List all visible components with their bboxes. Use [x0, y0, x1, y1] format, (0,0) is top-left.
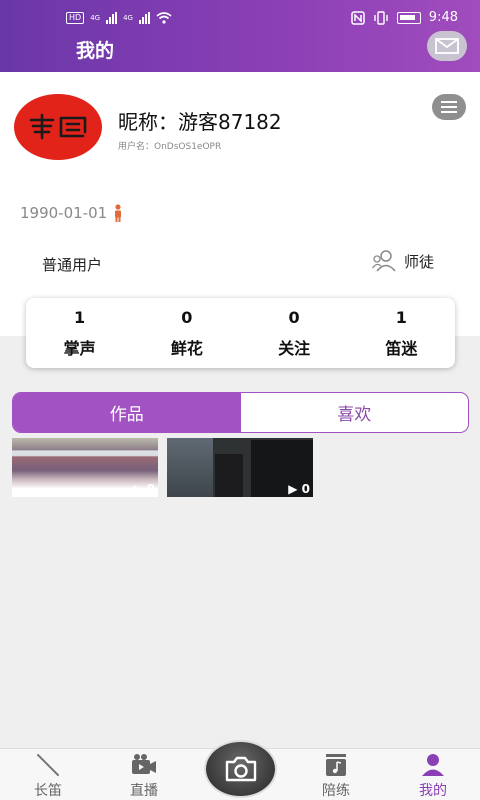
avatar[interactable]: [14, 94, 102, 160]
username: 用户名：OnDsOS1eOPR: [118, 142, 222, 152]
stat-value: 1: [395, 307, 407, 327]
nfc-icon: [351, 10, 365, 25]
nav-item-me[interactable]: 我的: [393, 753, 473, 800]
mentor-people-icon: [372, 250, 396, 272]
stat-fans[interactable]: 1 笛迷: [348, 298, 455, 368]
stat-following[interactable]: 0 关注: [241, 298, 348, 368]
play-count: ▶ 0: [288, 482, 310, 496]
menu-button[interactable]: [432, 94, 466, 120]
status-bar: HD 4G 4G 9:48: [0, 0, 480, 36]
nav-item-practice[interactable]: 陪练: [296, 753, 376, 800]
camera-icon: [225, 756, 256, 782]
battery-icon: [396, 11, 421, 24]
gender-male-icon: [115, 204, 122, 222]
message-button[interactable]: [427, 31, 467, 61]
camera-button[interactable]: [204, 740, 277, 798]
profile-section: 昵称：游客87182 用户名：OnDsOS1eOPR 1990-01-01 普通…: [0, 72, 480, 336]
network-type-2: 4G: [123, 14, 133, 22]
stat-value: 1: [74, 307, 86, 327]
mentor-label: 师徒: [404, 252, 435, 271]
nav-label: 陪练: [322, 783, 350, 799]
nav-label: 我的: [419, 783, 447, 799]
birthday: 1990-01-01: [20, 204, 108, 222]
birthday-row: 1990-01-01: [20, 204, 123, 222]
stat-flowers[interactable]: 0 鲜花: [133, 298, 240, 368]
work-thumbnail[interactable]: ▶ 0: [12, 438, 158, 497]
user-type: 普通用户: [42, 256, 103, 274]
stat-label: 关注: [278, 338, 311, 358]
signal-icon: [138, 12, 150, 24]
mentor-button[interactable]: 师徒: [372, 250, 434, 272]
nav-label: 长笛: [34, 783, 62, 799]
top-bar: HD 4G 4G 9:48 我的: [0, 0, 480, 72]
network-type-1: 4G: [90, 14, 101, 22]
nav-label: 直播: [130, 783, 158, 799]
stat-applause[interactable]: 1 掌声: [26, 298, 133, 368]
video-camera-icon: [132, 754, 156, 774]
hd-badge: HD: [66, 12, 85, 24]
nickname: 昵称：游客87182: [118, 110, 282, 134]
play-count: ▶ 0: [133, 482, 155, 496]
status-time: 9:48: [428, 10, 458, 25]
work-thumbnail[interactable]: ▶ 0: [167, 438, 313, 497]
status-right: 9:48: [351, 10, 458, 25]
wifi-icon: [156, 12, 172, 24]
nav-item-live[interactable]: 直播: [104, 753, 184, 800]
tab-works[interactable]: 作品: [13, 393, 241, 432]
stat-value: 0: [181, 307, 193, 327]
menu-icon: [441, 101, 457, 103]
person-icon: [422, 754, 444, 776]
stat-label: 鲜花: [170, 338, 203, 358]
content-tabs: 作品 喜欢: [12, 392, 469, 433]
flute-icon: [37, 754, 59, 776]
status-left: HD 4G 4G: [66, 12, 172, 24]
music-note-icon: [326, 754, 346, 776]
vibrate-icon: [374, 10, 388, 25]
stat-label: 笛迷: [385, 338, 418, 358]
nav-item-flute[interactable]: 长笛: [8, 753, 88, 800]
envelope-icon: [435, 38, 459, 54]
signal-icon: [106, 12, 118, 24]
stats-card: 1 掌声 0 鲜花 0 关注 1 笛迷: [26, 298, 455, 368]
flute-logo-icon: [29, 113, 87, 140]
stat-label: 掌声: [63, 338, 96, 358]
stat-value: 0: [288, 307, 300, 327]
tab-likes[interactable]: 喜欢: [241, 393, 469, 432]
page-title: 我的: [76, 40, 115, 62]
